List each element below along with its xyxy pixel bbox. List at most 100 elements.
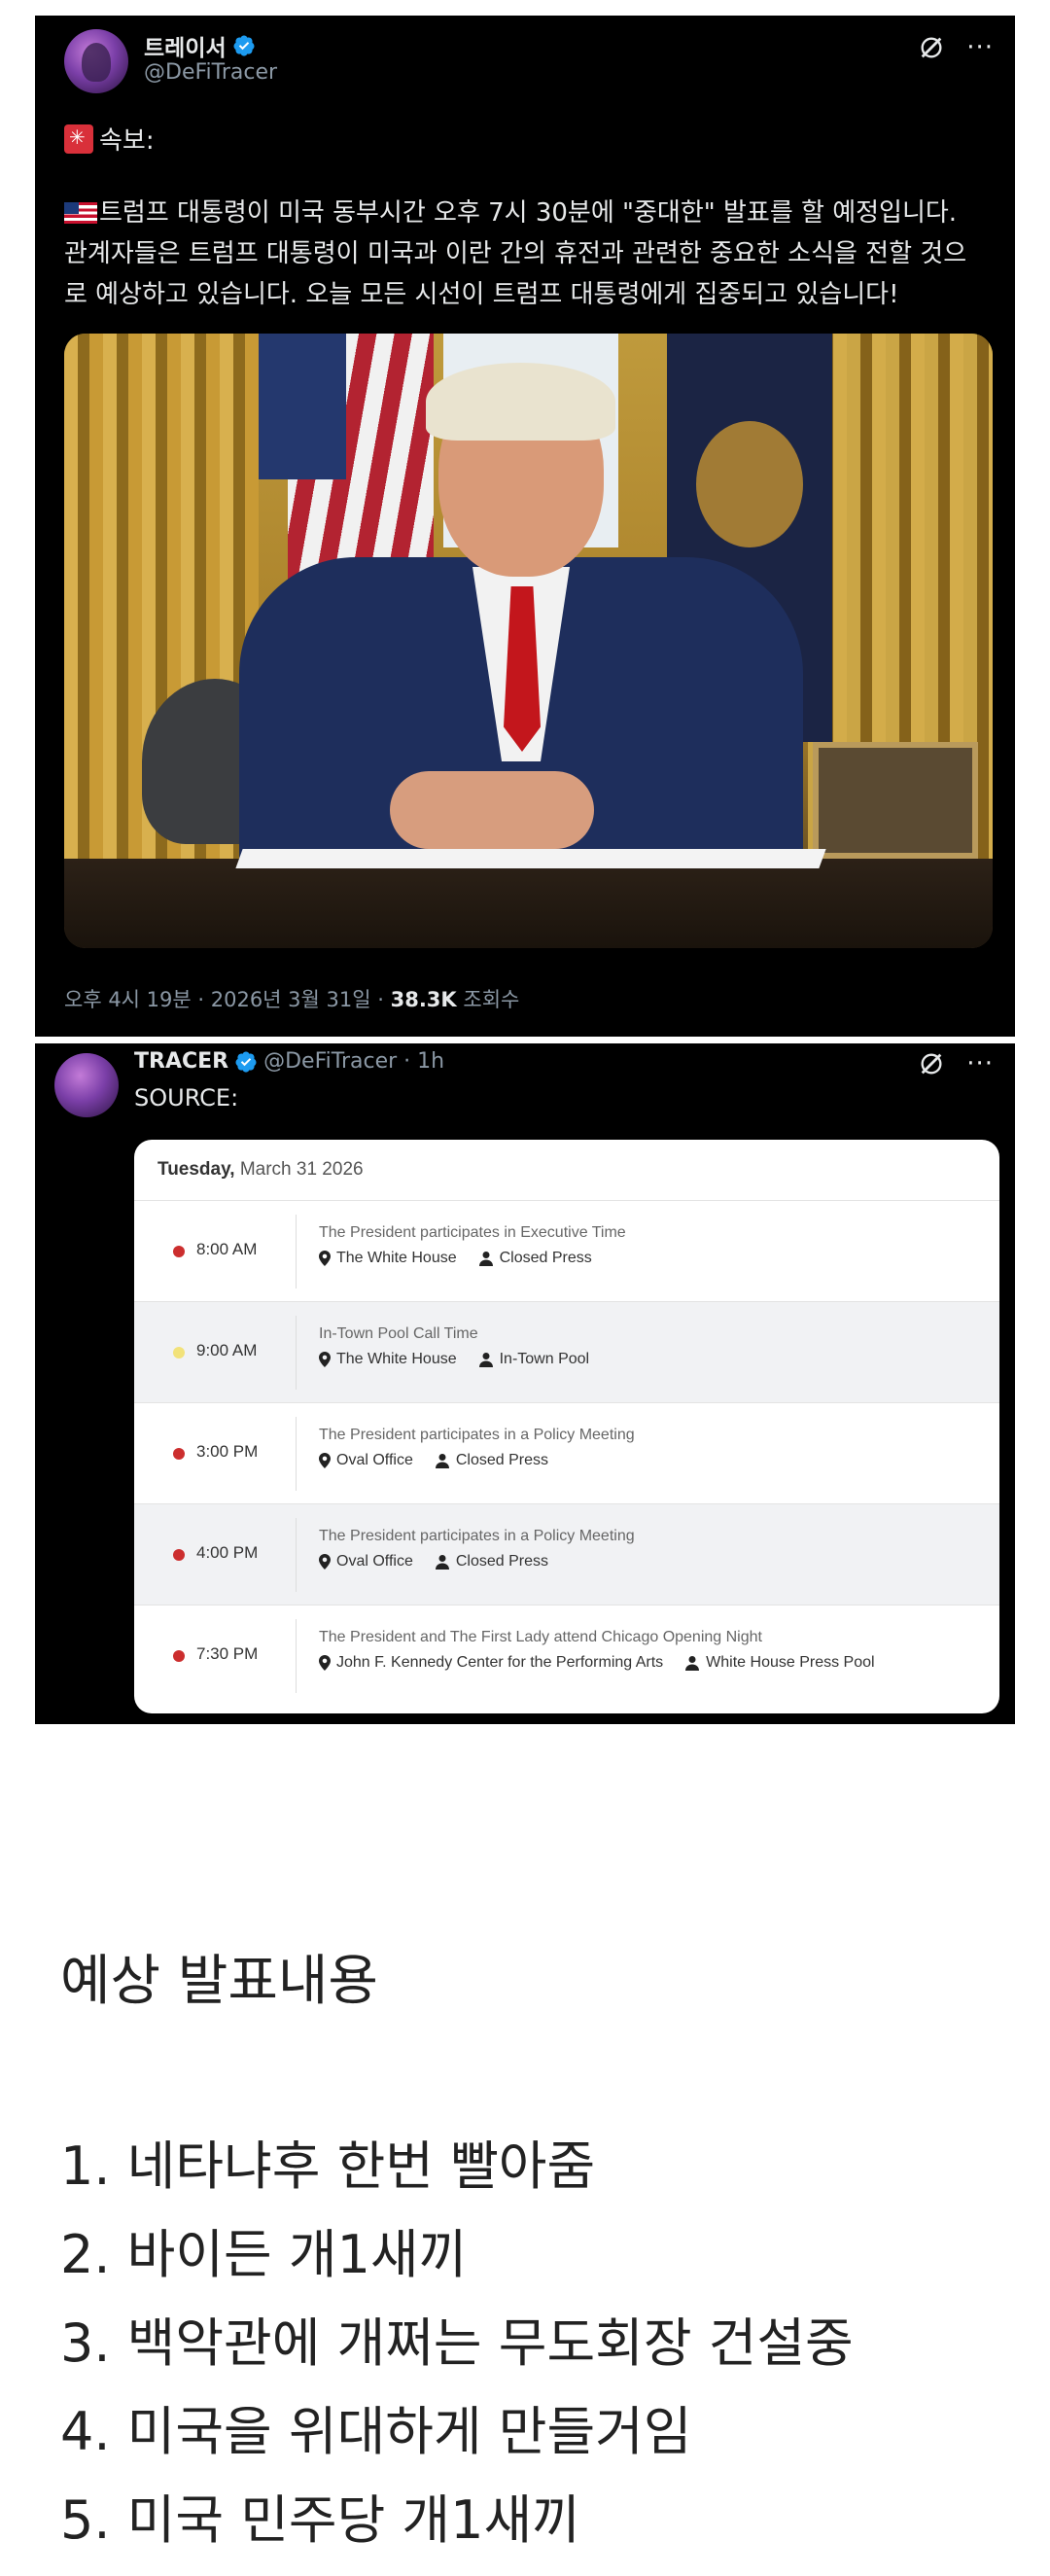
event-coverage: White House Press Pool [706, 1654, 875, 1671]
event-title: The President and The First Lady attend … [319, 1629, 762, 1645]
event-details: The White House Closed Press [319, 1250, 592, 1267]
verified-badge-icon [235, 1051, 257, 1073]
status-dot [173, 1246, 185, 1257]
list-item: 4. 미국을 위대하게 만들거임 [60, 2401, 692, 2462]
photo-person-hands [390, 771, 594, 849]
grok-icon[interactable] [918, 34, 945, 61]
schedule-row: 4:00 PM The President participates in a … [134, 1503, 999, 1605]
row-divider [296, 1215, 297, 1288]
location-pin-icon [319, 1554, 331, 1570]
handle[interactable]: @DeFiTracer [144, 60, 277, 85]
event-location: John F. Kennedy Center for the Performin… [336, 1654, 664, 1671]
status-dot [173, 1448, 185, 1460]
tweet-timestamp[interactable]: 오후 4시 19분 · 2026년 3월 31일 · [64, 988, 391, 1011]
post-heading: 예상 발표내용 [60, 1950, 378, 2013]
person-icon [478, 1353, 493, 1367]
list-item: 5. 미국 민주당 개1새끼 [60, 2489, 580, 2551]
row-divider [296, 1518, 297, 1592]
photo-us-flag-canton [259, 334, 346, 479]
event-coverage: Closed Press [455, 1553, 548, 1570]
tweet-card-2: TRACER @DeFiTracer · 1h ··· SOURCE: Tues… [35, 1043, 1015, 1724]
event-details: The White House In-Town Pool [319, 1351, 589, 1368]
photo-frames [813, 742, 978, 859]
display-name[interactable]: TRACER [134, 1049, 228, 1074]
event-details: Oval Office Closed Press [319, 1452, 548, 1469]
location-pin-icon [319, 1655, 331, 1671]
schedule-row: 7:30 PM The President and The First Lady… [134, 1605, 999, 1706]
breaking-news-label: 속보: [64, 121, 155, 157]
event-coverage: In-Town Pool [499, 1351, 590, 1367]
row-divider [296, 1619, 297, 1693]
person-icon [435, 1555, 449, 1570]
event-details: John F. Kennedy Center for the Performin… [319, 1654, 875, 1672]
list-item: 1. 네타냐후 한번 빨아줌 [60, 2135, 596, 2197]
avatar[interactable] [54, 1053, 119, 1117]
schedule-time: 7:30 PM [196, 1644, 259, 1663]
schedule-row: 8:00 AM The President participates in Ex… [134, 1200, 999, 1301]
status-dot [173, 1650, 185, 1662]
list-item: 3. 백악관에 개쩌는 무도회장 건설중 [60, 2312, 854, 2374]
event-coverage: Closed Press [455, 1452, 548, 1468]
event-title: The President participates in Executive … [319, 1224, 626, 1241]
photo-desk [64, 859, 993, 948]
schedule-date: Tuesday, March 31 2026 [158, 1159, 364, 1181]
tweet-body-line-2: 관계자들은 트럼프 대통령이 미국과 이란 간의 휴전과 관련한 중요한 소식을… [64, 239, 967, 268]
tweet-photo[interactable] [64, 334, 993, 948]
tweet-header: TRACER @DeFiTracer · 1h [134, 1049, 444, 1074]
handle[interactable]: @DeFiTracer · 1h [263, 1049, 444, 1074]
more-options-icon[interactable]: ··· [966, 1049, 994, 1078]
event-coverage: Closed Press [499, 1250, 592, 1266]
photo-person-hair [426, 363, 615, 441]
list-item: 2. 바이든 개1새끼 [60, 2224, 468, 2285]
event-title: The President participates in a Policy M… [319, 1528, 635, 1544]
us-flag-icon [64, 202, 97, 224]
row-divider [296, 1417, 297, 1491]
schedule-row: 3:00 PM The President participates in a … [134, 1402, 999, 1503]
tweet-body-line-1: 트럼프 대통령이 미국 동부시간 오후 7시 30분에 "중대한" 발표를 할 … [64, 193, 998, 233]
tweet-actions-top: ··· [918, 1049, 994, 1078]
photo-paper [235, 849, 826, 868]
photo-seal [696, 421, 803, 547]
status-dot [173, 1347, 185, 1359]
event-location: The White House [336, 1351, 457, 1367]
view-count-label: 조회수 [456, 988, 520, 1011]
schedule-date-rest: March 31 2026 [234, 1159, 364, 1180]
person-icon [435, 1454, 449, 1468]
tweet-body-line-3: 로 예상하고 있습니다. 오늘 모든 시선이 트럼프 대통령에게 집중되고 있습… [64, 280, 899, 309]
breaking-text: 속보: [99, 126, 155, 156]
tweet-actions-top: ··· [918, 33, 994, 62]
tweet-body-line-1-text: 트럼프 대통령이 미국 동부시간 오후 7시 30분에 "중대한" 발표를 할 … [99, 198, 958, 228]
grok-icon[interactable] [918, 1050, 945, 1077]
event-details: Oval Office Closed Press [319, 1553, 548, 1570]
schedule-card[interactable]: Tuesday, March 31 2026 8:00 AM The Presi… [134, 1140, 999, 1713]
display-name-text[interactable]: 트레이서 [144, 29, 227, 62]
event-location: Oval Office [336, 1553, 413, 1570]
event-title: The President participates in a Policy M… [319, 1427, 635, 1443]
location-pin-icon [319, 1251, 331, 1266]
avatar[interactable] [64, 29, 128, 93]
tweet-card-1: 트레이서 @DeFiTracer ··· 속보: 트럼프 대통령이 미국 동부시… [35, 16, 1015, 1037]
verified-badge-icon [233, 35, 255, 56]
schedule-time: 8:00 AM [196, 1240, 258, 1258]
schedule-time: 3:00 PM [196, 1442, 259, 1461]
schedule-time: 9:00 AM [196, 1341, 258, 1359]
status-dot [173, 1549, 185, 1561]
source-label: SOURCE: [134, 1084, 239, 1112]
row-divider [296, 1316, 297, 1390]
display-name[interactable]: 트레이서 [144, 29, 256, 62]
schedule-weekday: Tuesday, [158, 1159, 235, 1180]
post-text: 예상 발표내용 1. 네타냐후 한번 빨아줌 2. 바이든 개1새끼 3. 백악… [60, 1943, 854, 2564]
post-list: 1. 네타냐후 한번 빨아줌 2. 바이든 개1새끼 3. 백악관에 개쩌는 무… [60, 2122, 854, 2564]
view-count: 38.3K [390, 988, 457, 1011]
more-options-icon[interactable]: ··· [966, 33, 994, 62]
event-location: The White House [336, 1250, 457, 1266]
location-pin-icon [319, 1352, 331, 1367]
schedule-row: 9:00 AM In-Town Pool Call Time The White… [134, 1301, 999, 1402]
schedule-time: 4:00 PM [196, 1543, 259, 1562]
siren-icon [64, 124, 93, 154]
tweet-meta: 오후 4시 19분 · 2026년 3월 31일 · 38.3K 조회수 [64, 984, 519, 1013]
tweet-body: 트럼프 대통령이 미국 동부시간 오후 7시 30분에 "중대한" 발표를 할 … [64, 193, 998, 315]
event-title: In-Town Pool Call Time [319, 1325, 478, 1342]
location-pin-icon [319, 1453, 331, 1468]
person-icon [685, 1656, 700, 1671]
